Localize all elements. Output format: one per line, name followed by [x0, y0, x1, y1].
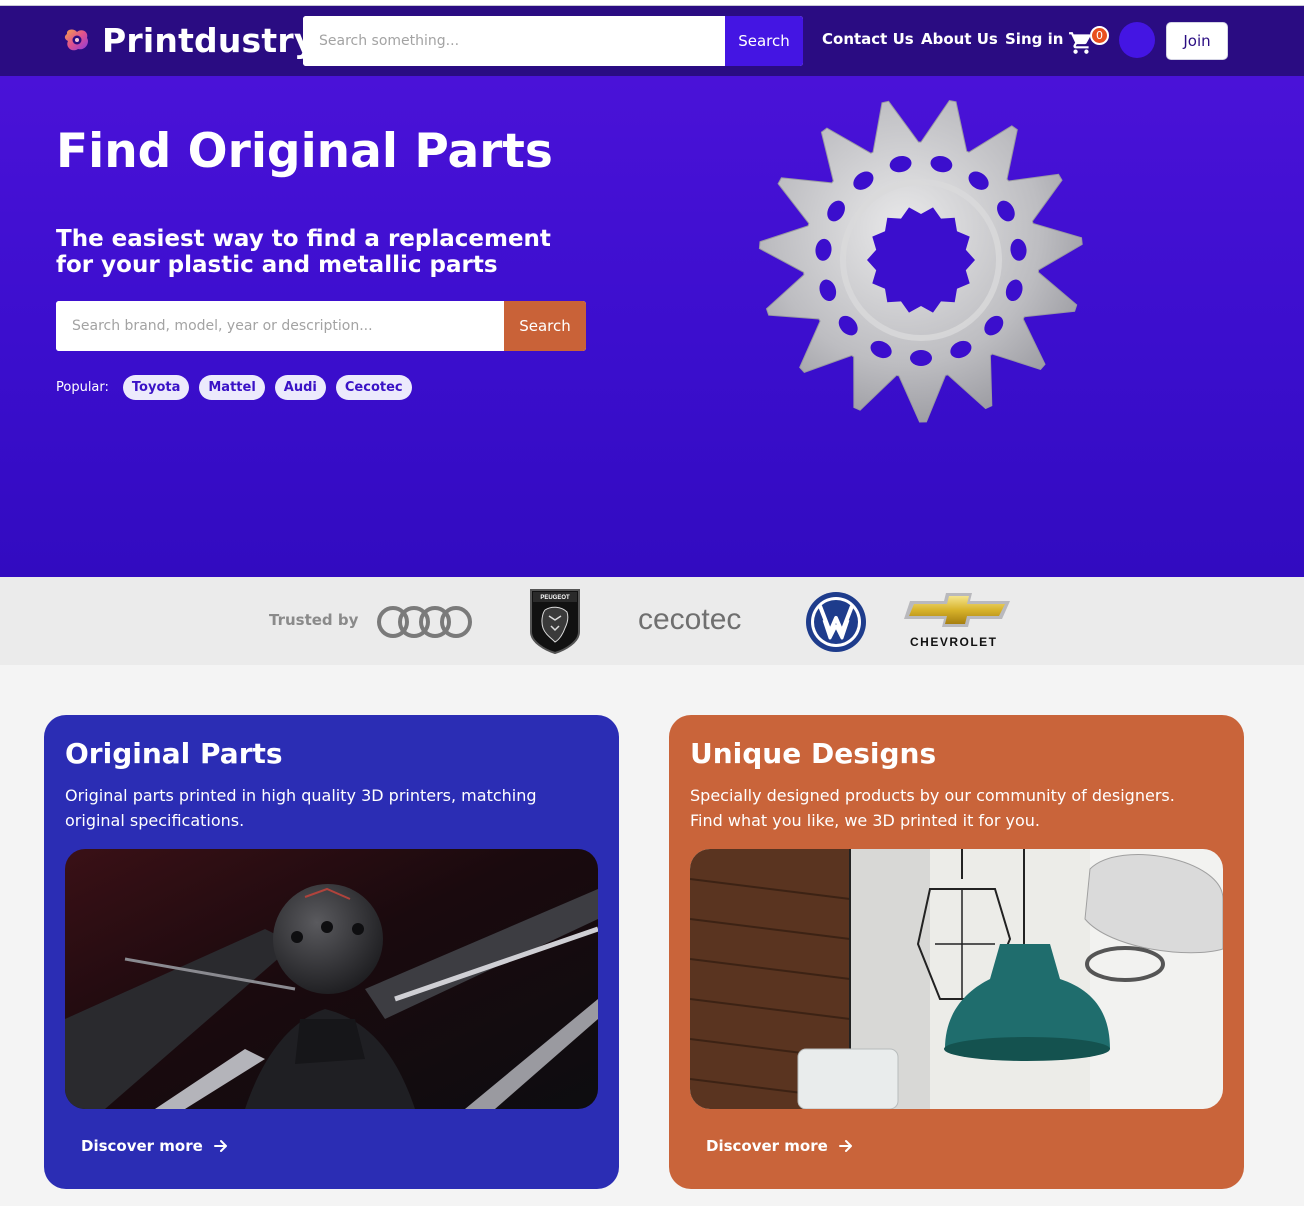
volkswagen-logo: [806, 592, 866, 652]
sprocket-gear-image: [758, 99, 1083, 423]
header-search-button[interactable]: Search: [725, 16, 803, 66]
header-search: Search: [303, 16, 803, 66]
card-original-parts-text: Original parts printed in high quality 3…: [65, 786, 537, 830]
user-avatar[interactable]: [1119, 22, 1155, 58]
header-search-input[interactable]: [303, 16, 725, 66]
discover-more-label: Discover more: [706, 1137, 828, 1155]
arrow-right-icon: [838, 1140, 852, 1152]
nav-link-sign-in[interactable]: Sing in: [1005, 30, 1063, 48]
arrow-right-icon: [213, 1140, 227, 1152]
popular-tag-toyota[interactable]: Toyota: [122, 374, 190, 400]
cecotec-logo: cecotec: [638, 603, 742, 636]
popular-tags: Popular: Toyota Mattel Audi Cecotec: [56, 374, 422, 400]
card-original-parts-discover-link[interactable]: Discover more: [81, 1137, 229, 1155]
printdustry-logo-icon: [64, 29, 88, 51]
popular-tag-audi[interactable]: Audi: [274, 374, 326, 400]
trusted-by-label: Trusted by: [269, 611, 359, 629]
trusted-by-bar: Trusted by PEUGEOT cecotec CHEVROLET: [0, 577, 1304, 665]
gear-hole: [910, 350, 932, 366]
brand-name: Printdustry: [102, 20, 316, 60]
card-unique-designs: Unique Designs Specially designed produc…: [669, 715, 1244, 1189]
card-original-parts-title: Original Parts: [65, 737, 283, 770]
card-unique-designs-text: Specially designed products by our commu…: [690, 786, 1175, 830]
popular-tag-cecotec[interactable]: Cecotec: [335, 374, 412, 400]
hero-search-input[interactable]: [56, 301, 504, 351]
audi-logo: [377, 606, 472, 638]
cart-count-badge: 0: [1090, 26, 1109, 45]
card-original-parts: Original Parts Original parts printed in…: [44, 715, 619, 1189]
popular-tag-mattel[interactable]: Mattel: [199, 374, 265, 400]
cart-button[interactable]: 0: [1068, 26, 1112, 58]
navbar: Printdustry Search Contact Us About Us S…: [0, 6, 1304, 76]
hero-search-button[interactable]: Search: [504, 301, 586, 351]
chevrolet-logo-text: CHEVROLET: [910, 635, 998, 649]
pendant-lamps-image: [690, 849, 1223, 1109]
popular-label: Popular:: [56, 379, 109, 395]
hero-section: Find Original Parts The easiest way to f…: [0, 76, 1304, 577]
brand-logo-link[interactable]: Printdustry: [62, 20, 316, 60]
chevrolet-bowtie-logo: [904, 593, 1010, 627]
hero-search: Search: [56, 301, 586, 351]
card-unique-designs-title: Unique Designs: [690, 737, 937, 770]
discover-more-label: Discover more: [81, 1137, 203, 1155]
nav-link-about-us[interactable]: About Us: [921, 30, 998, 48]
peugeot-logo: PEUGEOT: [530, 589, 580, 654]
hero-title: Find Original Parts: [56, 124, 553, 179]
gear-shift-knob-image: [65, 849, 598, 1109]
hero-subtitle: The easiest way to find a replacement fo…: [56, 226, 551, 278]
nav-link-contact-us[interactable]: Contact Us: [822, 30, 914, 48]
peugeot-logo-text: PEUGEOT: [540, 595, 570, 601]
card-unique-designs-discover-link[interactable]: Discover more: [706, 1137, 854, 1155]
join-button[interactable]: Join: [1166, 22, 1228, 60]
